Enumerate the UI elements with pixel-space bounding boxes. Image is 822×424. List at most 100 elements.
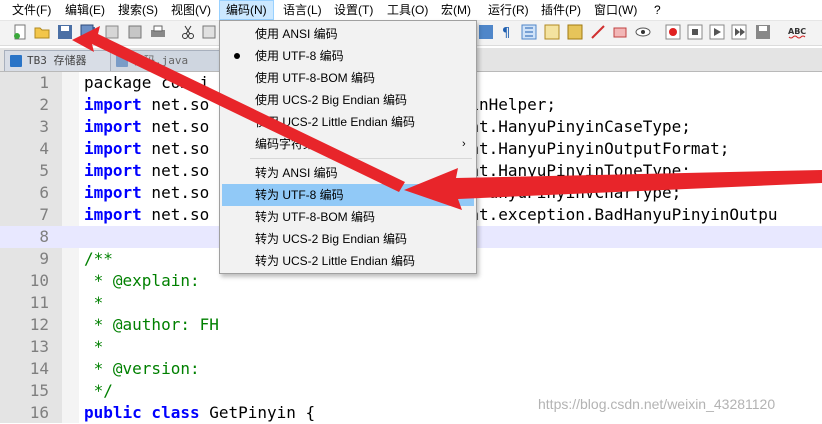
monitoring-icon[interactable] xyxy=(612,24,628,40)
code-text: * @version: xyxy=(84,358,200,380)
menu-file[interactable]: 文件(F) xyxy=(6,0,57,20)
code-line[interactable]: 14 * @version: xyxy=(0,358,822,380)
line-number: 3 xyxy=(39,117,49,136)
line-number: 7 xyxy=(39,205,49,224)
menu-item-convert-utf8-bom[interactable]: 转为 UTF-8-BOM 编码 xyxy=(222,206,474,228)
stop-macro-icon[interactable] xyxy=(687,24,703,40)
menu-item-use-ucs2-le[interactable]: 使用 UCS-2 Little Endian 编码 xyxy=(222,111,474,133)
menu-item-use-utf8-bom[interactable]: 使用 UTF-8-BOM 编码 xyxy=(222,67,474,89)
line-number: 2 xyxy=(39,95,49,114)
file-tab-icon xyxy=(116,55,128,67)
menu-language[interactable]: 语言(L) xyxy=(277,0,328,20)
code-content: * @version: xyxy=(84,359,200,378)
menu-search[interactable]: 搜索(S) xyxy=(112,0,164,20)
word-wrap-icon[interactable] xyxy=(478,24,494,40)
menu-settings[interactable]: 设置(T) xyxy=(328,0,379,20)
menu-item-convert-ucs2-be[interactable]: 转为 UCS-2 Big Endian 编码 xyxy=(222,228,474,250)
keyword: import xyxy=(84,183,142,202)
menu-item-use-utf8[interactable]: 使用 UTF-8 编码 xyxy=(222,45,474,67)
save-all-icon[interactable] xyxy=(80,24,96,40)
menu-edit[interactable]: 编辑(E) xyxy=(59,0,111,20)
close-icon[interactable] xyxy=(104,24,120,40)
svg-text:¶: ¶ xyxy=(502,26,510,40)
line-number: 5 xyxy=(39,161,49,180)
menu-item-use-ucs2-be[interactable]: 使用 UCS-2 Big Endian 编码 xyxy=(222,89,474,111)
doc-map-icon[interactable] xyxy=(544,24,560,40)
line-number: 1 xyxy=(39,73,49,92)
watermark: https://blog.csdn.net/weixin_43281120 xyxy=(538,396,776,412)
code-content: package com.i xyxy=(84,73,210,92)
menu-bar: 文件(F) 编辑(E) 搜索(S) 视图(V) 编码(N) 语言(L) 设置(T… xyxy=(0,0,822,21)
print-icon[interactable] xyxy=(150,24,166,40)
line-number: 4 xyxy=(39,139,49,158)
keyword: import xyxy=(84,205,142,224)
play-macro-icon[interactable] xyxy=(709,24,725,40)
code-text: * @explain: xyxy=(84,270,200,292)
chevron-right-icon: › xyxy=(462,138,466,150)
line-number: 14 xyxy=(29,359,49,378)
line-number: 13 xyxy=(29,337,49,356)
menu-macro[interactable]: 宏(M) xyxy=(435,0,477,20)
keyword: import xyxy=(84,139,142,158)
folder-workspace-icon[interactable] xyxy=(590,24,606,40)
code-text: */ xyxy=(84,380,113,402)
code-content: * xyxy=(84,293,104,312)
code-content: * xyxy=(84,337,104,356)
code-content: * @explain: xyxy=(84,271,200,290)
keyword: import xyxy=(84,95,142,114)
code-text: package com.i xyxy=(84,72,209,94)
menu-view[interactable]: 视图(V) xyxy=(165,0,217,20)
menu-plugins[interactable]: 插件(P) xyxy=(535,0,587,20)
menu-encoding[interactable]: 编码(N) xyxy=(219,0,274,20)
keyword: public class xyxy=(84,403,200,422)
open-file-icon[interactable] xyxy=(34,24,50,40)
menu-tools[interactable]: 工具(O) xyxy=(381,0,434,20)
file-tab-icon xyxy=(10,55,22,67)
save-icon[interactable] xyxy=(57,24,73,40)
encoding-menu: 使用 ANSI 编码 使用 UTF-8 编码 使用 UTF-8-BOM 编码 使… xyxy=(219,20,477,274)
line-number: 11 xyxy=(29,293,49,312)
indent-guide-icon[interactable] xyxy=(521,24,537,40)
svg-text:ABC: ABC xyxy=(788,27,806,36)
line-number: 10 xyxy=(29,271,49,290)
line-number: 16 xyxy=(29,403,49,422)
function-list-icon[interactable] xyxy=(567,24,583,40)
new-file-icon[interactable] xyxy=(12,24,28,40)
record-macro-icon[interactable] xyxy=(665,24,681,40)
menu-item-convert-ucs2-le[interactable]: 转为 UCS-2 Little Endian 编码 xyxy=(222,250,474,272)
code-content: * @author: FH xyxy=(84,315,219,334)
cut-icon[interactable] xyxy=(180,24,196,40)
close-all-icon[interactable] xyxy=(127,24,143,40)
code-content: */ xyxy=(84,381,113,400)
menu-help[interactable]: ? xyxy=(648,0,667,20)
menu-run[interactable]: 运行(R) xyxy=(482,0,535,20)
menu-window[interactable]: 窗口(W) xyxy=(588,0,643,20)
code-text: * xyxy=(84,292,104,314)
tab-tb3[interactable]: TB3 存储器 xyxy=(4,50,126,71)
code-text: * @author: FH xyxy=(84,314,219,336)
line-number: 15 xyxy=(29,381,49,400)
code-text: * xyxy=(84,336,104,358)
radio-checked-icon xyxy=(234,53,240,59)
keyword: import xyxy=(84,117,142,136)
code-line[interactable]: 13 * xyxy=(0,336,822,358)
code-line[interactable]: 12 * @author: FH xyxy=(0,314,822,336)
code-text: public class GetPinyin { xyxy=(84,402,315,424)
show-all-chars-icon[interactable]: ¶ xyxy=(499,24,515,40)
menu-item-use-ansi[interactable]: 使用 ANSI 编码 xyxy=(222,23,474,45)
line-number: 8 xyxy=(39,227,49,246)
code-text: /** xyxy=(84,248,113,270)
run-macro-multiple-icon[interactable] xyxy=(731,24,747,40)
tab-label: 代码.java xyxy=(133,54,189,67)
menu-separator xyxy=(250,158,472,159)
code-content: /** xyxy=(84,249,113,268)
menu-item-convert-ansi[interactable]: 转为 ANSI 编码 xyxy=(222,162,474,184)
copy-icon[interactable] xyxy=(201,24,217,40)
code-line[interactable]: 11 * xyxy=(0,292,822,314)
menu-item-charset[interactable]: 编码字符集 › xyxy=(222,133,474,155)
save-macro-icon[interactable] xyxy=(755,24,771,40)
eye-icon[interactable] xyxy=(635,24,651,40)
menu-item-convert-utf8[interactable]: 转为 UTF-8 编码 xyxy=(222,184,474,206)
spell-check-icon[interactable]: ABC xyxy=(788,24,808,40)
line-number: 9 xyxy=(39,249,49,268)
